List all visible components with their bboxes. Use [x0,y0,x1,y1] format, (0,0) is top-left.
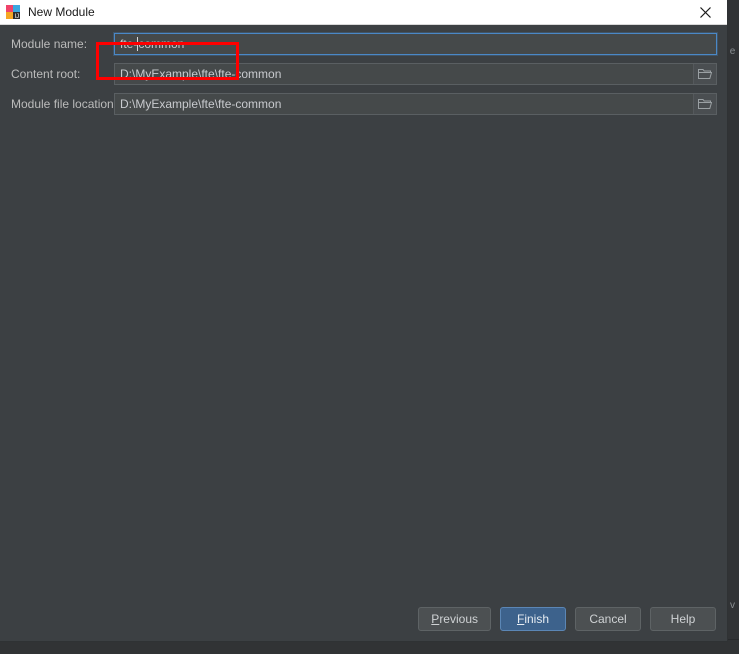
cancel-button-label: Cancel [589,612,627,626]
background-bottom-strip [0,639,739,654]
content-root-value: D:\MyExample\fte\fte-common [120,67,282,81]
dialog-titlebar: IJ New Module [0,0,727,25]
module-name-value-before-caret: fte- [120,37,138,51]
previous-button[interactable]: Previous [418,607,491,631]
module-file-location-input[interactable]: D:\MyExample\fte\fte-common [114,93,717,115]
module-name-field-wrap: fte-common [114,33,717,55]
background-right-strip: e v L [726,0,739,654]
dialog-title: New Module [28,5,95,19]
background-glyph-e: e [729,46,736,57]
background-glyph-v: v [730,600,735,611]
previous-button-mnemonic: P [431,612,440,626]
module-name-label: Module name: [11,37,88,51]
content-root-input[interactable]: D:\MyExample\fte\fte-common [114,63,717,85]
cancel-button[interactable]: Cancel [575,607,641,631]
form-row-content-root: Content root: D:\MyExample\fte\fte-commo… [0,63,727,85]
module-name-input[interactable]: fte-common [114,33,717,55]
module-file-location-value: D:\MyExample\fte\fte-common [120,97,282,111]
new-module-dialog: IJ New Module Module name: fte-common Co… [0,0,727,641]
intellij-idea-icon: IJ [5,4,21,20]
folder-icon[interactable] [693,94,716,114]
module-file-location-field-wrap: D:\MyExample\fte\fte-common [114,93,717,115]
module-form: Module name: fte-common Content root: D:… [0,33,727,123]
module-file-location-label: Module file location: [11,97,118,111]
finish-button-mnemonic: F [516,612,525,626]
finish-button-label: inish [524,612,550,626]
svg-text:IJ: IJ [15,14,20,20]
form-row-module-name: Module name: fte-common [0,33,727,55]
folder-icon[interactable] [693,64,716,84]
content-root-field-wrap: D:\MyExample\fte\fte-common [114,63,717,85]
content-root-label: Content root: [11,67,81,81]
finish-button[interactable]: Finish [500,607,566,631]
form-row-module-file-location: Module file location: D:\MyExample\fte\f… [0,93,727,115]
module-name-value-after-caret: common [138,37,185,51]
close-icon[interactable] [683,0,727,24]
previous-button-label: revious [439,612,478,626]
dialog-footer: Previous Finish Cancel Help [0,597,727,641]
dialog-body: Module name: fte-common Content root: D:… [0,25,727,597]
help-button[interactable]: Help [650,607,716,631]
help-button-label: Help [670,612,696,626]
